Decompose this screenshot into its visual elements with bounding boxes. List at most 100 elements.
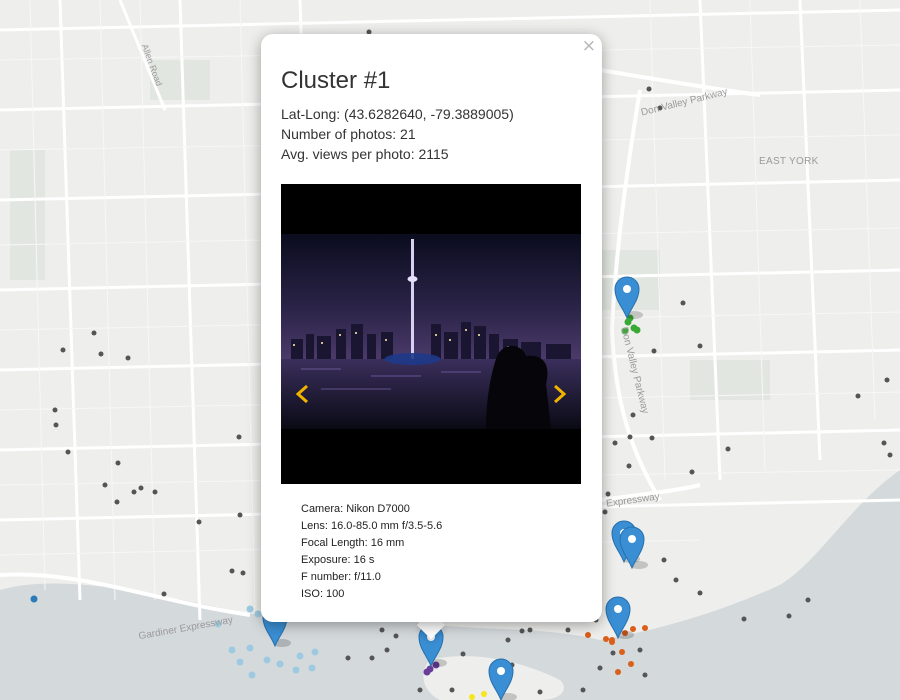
avg-views-text: Avg. views per photo: 2115	[281, 146, 449, 162]
exif-focal-length: Focal Length: 16 mm	[301, 537, 405, 549]
photo-carousel[interactable]	[281, 184, 581, 484]
cluster-popup: × Cluster #1 Lat-Long: (43.6282640, -79.…	[261, 34, 602, 622]
photo-point	[580, 687, 586, 693]
photo-point	[248, 671, 256, 679]
photo-point	[91, 330, 97, 336]
photo-point	[646, 86, 652, 92]
photo-point	[633, 326, 641, 334]
photo-point	[855, 393, 861, 399]
photo-point	[52, 407, 58, 413]
photo-point	[240, 570, 246, 576]
photo-point	[237, 512, 243, 518]
photo-point	[196, 519, 202, 525]
photo-point	[481, 691, 487, 697]
photo-point	[697, 343, 703, 349]
photo-point	[292, 666, 300, 674]
photo-point	[649, 435, 655, 441]
photo-point	[131, 489, 137, 495]
photo-point	[597, 665, 603, 671]
photo-point	[30, 595, 38, 603]
photo-point	[626, 463, 632, 469]
photo-point	[689, 469, 695, 475]
photo-point	[138, 485, 144, 491]
close-button[interactable]: ×	[582, 36, 596, 56]
photo-point	[630, 626, 636, 632]
chevron-left-icon[interactable]	[295, 384, 309, 404]
photo-point	[637, 647, 643, 653]
photo-point	[609, 639, 615, 645]
photo-point	[887, 452, 893, 458]
exif-iso: ISO: 100	[301, 588, 345, 600]
skyline-photo	[281, 184, 581, 484]
photo-point	[537, 689, 543, 695]
photo-point	[236, 658, 244, 666]
chevron-right-icon[interactable]	[553, 384, 567, 404]
photo-point	[379, 627, 385, 633]
photo-point	[98, 351, 104, 357]
lat-long-text: Lat-Long: (43.6282640, -79.3889005)	[281, 106, 514, 122]
photo-point	[612, 440, 618, 446]
photo-point	[585, 632, 591, 638]
photo-point	[527, 627, 533, 633]
photo-point	[661, 557, 667, 563]
photo-point	[246, 644, 254, 652]
photo-point	[152, 489, 158, 495]
photo-point	[161, 591, 167, 597]
photo-point	[460, 651, 466, 657]
photo-point	[619, 649, 625, 655]
photo-point	[602, 509, 608, 515]
photo-point	[423, 668, 431, 676]
photo-point	[615, 669, 621, 675]
photo-point	[65, 449, 71, 455]
photo-point	[369, 655, 375, 661]
photo-point	[102, 482, 108, 488]
photo-point	[627, 434, 633, 440]
photo-point	[53, 422, 59, 428]
photo-count-text: Number of photos: 21	[281, 126, 416, 142]
photo-point	[605, 491, 611, 497]
photo-point	[308, 664, 316, 672]
photo-point	[311, 648, 319, 656]
photo-point	[519, 628, 525, 634]
photo-point	[296, 652, 304, 660]
photo-point	[603, 636, 609, 642]
photo-point	[114, 499, 120, 505]
exif-camera: Camera: Nikon D7000	[301, 503, 410, 515]
exif-f-number: F number: f/11.0	[301, 571, 381, 583]
photo-point	[642, 625, 648, 631]
photo-point	[628, 661, 634, 667]
photo-point	[469, 694, 475, 700]
photo-point	[642, 672, 648, 678]
photo-point	[610, 650, 616, 656]
photo-point	[630, 412, 636, 418]
photo-point	[725, 446, 731, 452]
photo-point	[345, 655, 351, 661]
photo-point	[384, 647, 390, 653]
photo-point	[884, 377, 890, 383]
photo-point	[805, 597, 811, 603]
photo-point	[786, 613, 792, 619]
photo-point	[236, 434, 242, 440]
exif-exposure: Exposure: 16 s	[301, 554, 375, 566]
photo-point	[651, 348, 657, 354]
photo-point	[673, 577, 679, 583]
photo-point	[246, 605, 254, 613]
photo-point	[60, 347, 66, 353]
photo-point	[680, 300, 686, 306]
photo-point	[393, 633, 399, 639]
photo-point	[697, 590, 703, 596]
photo-point	[263, 656, 271, 664]
photo-point	[417, 687, 423, 693]
photo-point	[228, 646, 236, 654]
photo-point	[565, 627, 571, 633]
photo-point	[229, 568, 235, 574]
map-label-east-york: EAST YORK	[759, 156, 819, 167]
popup-title: Cluster #1	[281, 67, 391, 94]
photo-point	[276, 660, 284, 668]
photo-point	[741, 616, 747, 622]
exif-lens: Lens: 16.0-85.0 mm f/3.5-5.6	[301, 520, 443, 532]
photo-point	[505, 637, 511, 643]
photo-point	[449, 687, 455, 693]
photo-point	[115, 460, 121, 466]
photo-point	[125, 355, 131, 361]
